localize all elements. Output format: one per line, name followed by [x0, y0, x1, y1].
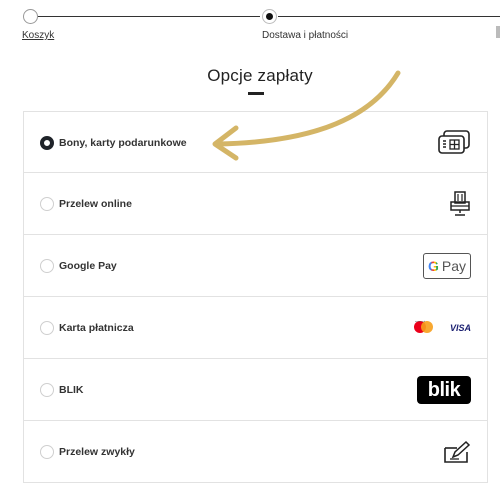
google-g-logo: G [427, 258, 439, 274]
google-pay-text: Pay [441, 258, 466, 274]
online-transfer-icon [449, 190, 471, 218]
payment-option-label: Przelew zwykły [59, 446, 135, 458]
step-koszyk-link[interactable]: Koszyk [22, 30, 54, 41]
payment-option-card[interactable]: Karta płatnicza mastercard VISA [23, 297, 488, 359]
payment-options-list: Bony, karty podarunkowe Przelew online G… [23, 111, 488, 483]
visa-icon: VISA [449, 323, 471, 333]
payment-option-label: BLIK [59, 384, 84, 396]
step-delivery-label: Dostawa i płatności [262, 30, 349, 41]
stepper-line [38, 16, 260, 17]
stepper-line [278, 16, 500, 17]
radio-button[interactable] [40, 321, 54, 335]
checkout-stepper: Koszyk Dostawa i płatności [0, 0, 500, 48]
blik-icon: blik [417, 376, 471, 404]
payment-option-label: Bony, karty podarunkowe [59, 137, 187, 149]
step-delivery-dot [262, 9, 277, 24]
payment-option-bank-transfer[interactable]: Przelew zwykły [23, 421, 488, 483]
payment-option-blik[interactable]: BLIK blik [23, 359, 488, 421]
page-title: Opcje zapłaty [207, 66, 313, 85]
payment-option-online-transfer[interactable]: Przelew online [23, 173, 488, 235]
google-pay-icon: G Pay [422, 252, 471, 280]
radio-button[interactable] [40, 136, 54, 150]
payment-option-label: Google Pay [59, 260, 117, 272]
mastercard-visa-icon: mastercard VISA [413, 314, 471, 342]
payment-option-label: Karta płatnicza [59, 322, 134, 334]
stepper-edge [496, 26, 500, 38]
payment-option-label: Przelew online [59, 198, 132, 210]
radio-button[interactable] [40, 259, 54, 273]
title-underline [248, 92, 264, 95]
gift-card-icon [437, 129, 471, 157]
mastercard-icon: mastercard [413, 321, 434, 335]
payment-option-google-pay[interactable]: Google Pay G Pay [23, 235, 488, 297]
radio-button[interactable] [40, 383, 54, 397]
radio-button[interactable] [40, 197, 54, 211]
bank-transfer-icon [443, 438, 471, 466]
step-koszyk-dot[interactable] [23, 9, 38, 24]
payment-option-gift-cards[interactable]: Bony, karty podarunkowe [23, 111, 488, 173]
radio-button[interactable] [40, 445, 54, 459]
